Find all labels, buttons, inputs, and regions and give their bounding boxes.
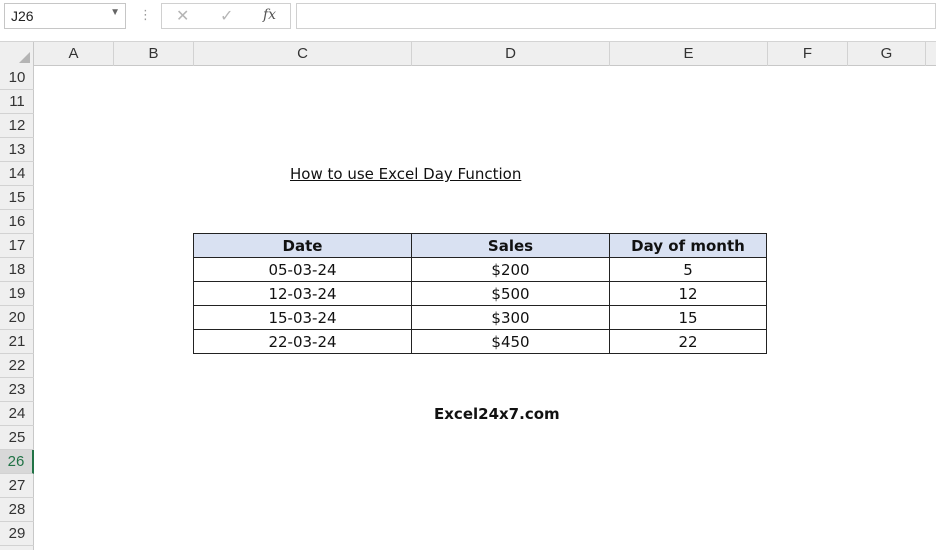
more-options-icon: ⋮ [139,7,152,22]
table-cell[interactable]: 12-03-24 [193,281,412,306]
row-header[interactable]: 14 [0,162,34,186]
table-cell[interactable]: 22 [609,329,767,354]
row-header[interactable]: 10 [0,66,34,90]
watermark-text: Excel24x7.com [434,405,560,423]
row-header[interactable]: 25 [0,426,34,450]
column-header-c[interactable]: C [194,42,412,66]
cancel-icon[interactable]: ✕ [176,6,189,26]
table-cell[interactable]: $200 [411,257,610,282]
row-header[interactable]: 28 [0,498,34,522]
column-header-f[interactable]: F [768,42,848,66]
table-row: 05-03-24 $200 5 [193,257,767,282]
row-header[interactable]: 11 [0,90,34,114]
row-headers: 10 11 12 13 14 15 16 17 18 19 20 21 22 2… [0,66,34,550]
row-header[interactable]: 29 [0,522,34,546]
data-table: Date Sales Day of month 05-03-24 $200 5 … [193,233,767,354]
table-row: 12-03-24 $500 12 [193,281,767,306]
table-cell[interactable]: $450 [411,329,610,354]
chevron-down-icon[interactable]: ▼ [110,7,120,18]
name-box-value: J26 [11,8,34,24]
table-cell[interactable]: $300 [411,305,610,330]
column-headers: A B C D E F G [0,42,936,66]
row-header[interactable]: 13 [0,138,34,162]
row-header-active[interactable]: 26 [0,450,34,474]
function-icon[interactable]: fx [263,7,276,23]
select-all-icon [19,52,30,63]
table-cell[interactable]: 5 [609,257,767,282]
column-header-g[interactable]: G [848,42,926,66]
table-cell[interactable]: 15-03-24 [193,305,412,330]
table-row: 15-03-24 $300 15 [193,305,767,330]
row-header[interactable]: 19 [0,282,34,306]
row-header[interactable]: 15 [0,186,34,210]
enter-icon[interactable]: ✓ [220,6,233,26]
table-header-row: Date Sales Day of month [193,233,767,258]
table-cell[interactable]: $500 [411,281,610,306]
row-header[interactable]: 16 [0,210,34,234]
table-cell[interactable]: 15 [609,305,767,330]
table-header-date[interactable]: Date [193,233,412,258]
worksheet-grid[interactable]: How to use Excel Day Function Date Sales… [34,66,936,550]
formula-buttons: ✕ ✓ fx [161,3,291,29]
row-header[interactable]: 22 [0,354,34,378]
column-header-d[interactable]: D [412,42,610,66]
row-header[interactable]: 20 [0,306,34,330]
row-header[interactable]: 24 [0,402,34,426]
sheet-title[interactable]: How to use Excel Day Function [290,162,590,186]
row-header[interactable]: 27 [0,474,34,498]
table-cell[interactable]: 05-03-24 [193,257,412,282]
column-header-e[interactable]: E [610,42,768,66]
row-header[interactable]: 17 [0,234,34,258]
table-cell[interactable]: 12 [609,281,767,306]
table-row: 22-03-24 $450 22 [193,329,767,354]
row-header[interactable]: 18 [0,258,34,282]
table-header-sales[interactable]: Sales [411,233,610,258]
row-header[interactable]: 12 [0,114,34,138]
formula-input[interactable] [296,3,936,29]
name-box[interactable]: J26 ▼ [4,3,126,29]
row-header[interactable]: 23 [0,378,34,402]
column-header-b[interactable]: B [114,42,194,66]
formula-bar: J26 ▼ ⋮ ✕ ✓ fx [0,0,936,42]
table-cell[interactable]: 22-03-24 [193,329,412,354]
table-header-day[interactable]: Day of month [609,233,767,258]
row-header[interactable]: 21 [0,330,34,354]
column-header-a[interactable]: A [34,42,114,66]
select-all-button[interactable] [0,42,34,66]
